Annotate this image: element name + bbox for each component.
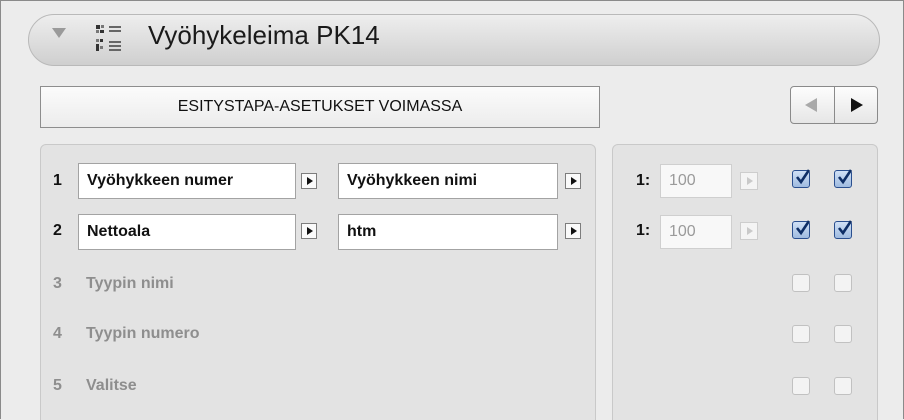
arrow-right-icon — [851, 98, 863, 112]
row2-scale-input[interactable]: 100 — [660, 215, 732, 249]
arrow-left-icon — [805, 98, 817, 112]
row4-visibility-checkbox-1[interactable] — [792, 325, 810, 343]
nav-button-group — [790, 86, 878, 124]
row2-field1-popup-button[interactable] — [301, 223, 317, 239]
row2-field2-input[interactable]: htm — [338, 214, 558, 250]
row4-label: Tyypin numero — [86, 325, 200, 342]
presentation-settings-button[interactable]: ESITYSTAPA-ASETUKSET VOIMASSA — [40, 86, 600, 128]
row1-field2-popup-button[interactable] — [565, 173, 581, 189]
row5-visibility-checkbox-2[interactable] — [834, 377, 852, 395]
disclosure-triangle-down-icon[interactable] — [52, 28, 66, 38]
checkmark-icon — [837, 169, 853, 185]
row1-visibility-checkbox-1[interactable] — [792, 169, 811, 188]
row2-field1-input[interactable]: Nettoala — [78, 214, 296, 250]
scale-prefix: 1: — [636, 222, 651, 239]
prev-button[interactable] — [791, 87, 835, 123]
row1-field1-popup-button[interactable] — [301, 173, 317, 189]
checkmark-icon — [795, 220, 811, 236]
row-number: 2 — [53, 222, 62, 239]
scale-prefix: 1: — [636, 172, 651, 189]
checkmark-icon — [837, 220, 853, 236]
row2-field2-popup-button[interactable] — [565, 223, 581, 239]
row1-visibility-checkbox-2[interactable] — [834, 169, 853, 188]
row3-visibility-checkbox-2[interactable] — [834, 274, 852, 292]
row3-visibility-checkbox-1[interactable] — [792, 274, 810, 292]
row5-label: Valitse — [86, 377, 137, 394]
row1-field1-input[interactable]: Vyöhykkeen numer — [78, 163, 296, 199]
row3-label: Tyypin nimi — [86, 275, 174, 292]
row-number: 1 — [53, 172, 62, 189]
row5-visibility-checkbox-1[interactable] — [792, 377, 810, 395]
row1-scale-popup-button[interactable] — [740, 172, 758, 190]
row4-visibility-checkbox-2[interactable] — [834, 325, 852, 343]
row-number: 5 — [53, 377, 62, 394]
section-title: Vyöhykeleima PK14 — [148, 20, 380, 50]
row2-visibility-checkbox-1[interactable] — [792, 220, 811, 239]
row-number: 3 — [53, 275, 62, 292]
checkmark-icon — [795, 169, 811, 185]
next-button[interactable] — [835, 87, 877, 123]
row2-scale-popup-button[interactable] — [740, 222, 758, 240]
label-settings-icon — [96, 25, 121, 51]
row1-scale-input[interactable]: 100 — [660, 164, 732, 198]
row1-field2-input[interactable]: Vyöhykkeen nimi — [338, 163, 558, 199]
row-number: 4 — [53, 325, 62, 342]
row2-visibility-checkbox-2[interactable] — [834, 220, 853, 239]
